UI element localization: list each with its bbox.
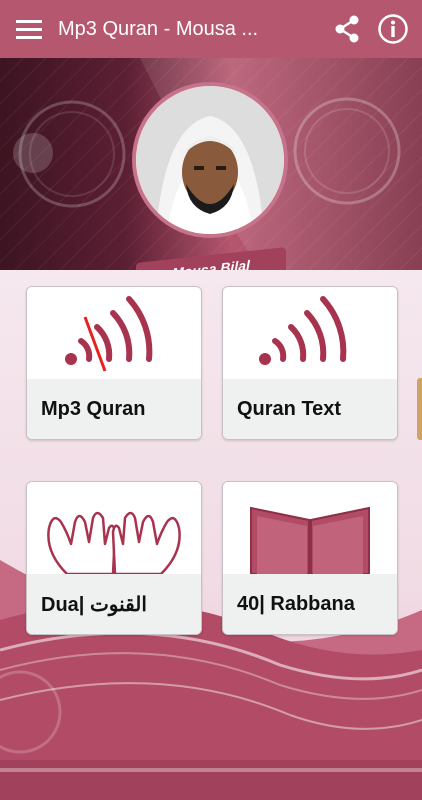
audio-waves-muted-icon [65,296,153,372]
hamburger-menu-icon[interactable] [0,0,58,58]
card-label: Mp3 Quran [27,379,201,439]
info-icon[interactable] [370,0,416,58]
open-book-icon [250,506,370,575]
side-scroll-handle[interactable] [417,378,422,440]
mp3-quran-card[interactable]: Mp3 Quran [26,286,202,440]
audio-waves-icon [259,296,347,365]
reciter-avatar [136,86,284,234]
rabbana-card[interactable]: 40| Rabbana [222,481,398,635]
app-bar: Mp3 Quran - Mousa ... [0,0,422,58]
app-title: Mp3 Quran - Mousa ... [58,17,259,40]
card-label: Dua| القنوت [27,574,201,634]
quran-text-card[interactable]: Quran Text [222,286,398,440]
share-icon[interactable] [324,0,370,58]
card-label: 40| Rabbana [223,574,397,634]
card-label: Quran Text [223,379,397,439]
praying-hands-icon [47,511,181,576]
dua-card[interactable]: Dua| القنوت [26,481,202,635]
reciter-banner: Mousa Bilal [0,58,422,270]
main-content: Mp3 Quran Quran Text Dua| القنوت 40| Rab… [0,270,422,800]
